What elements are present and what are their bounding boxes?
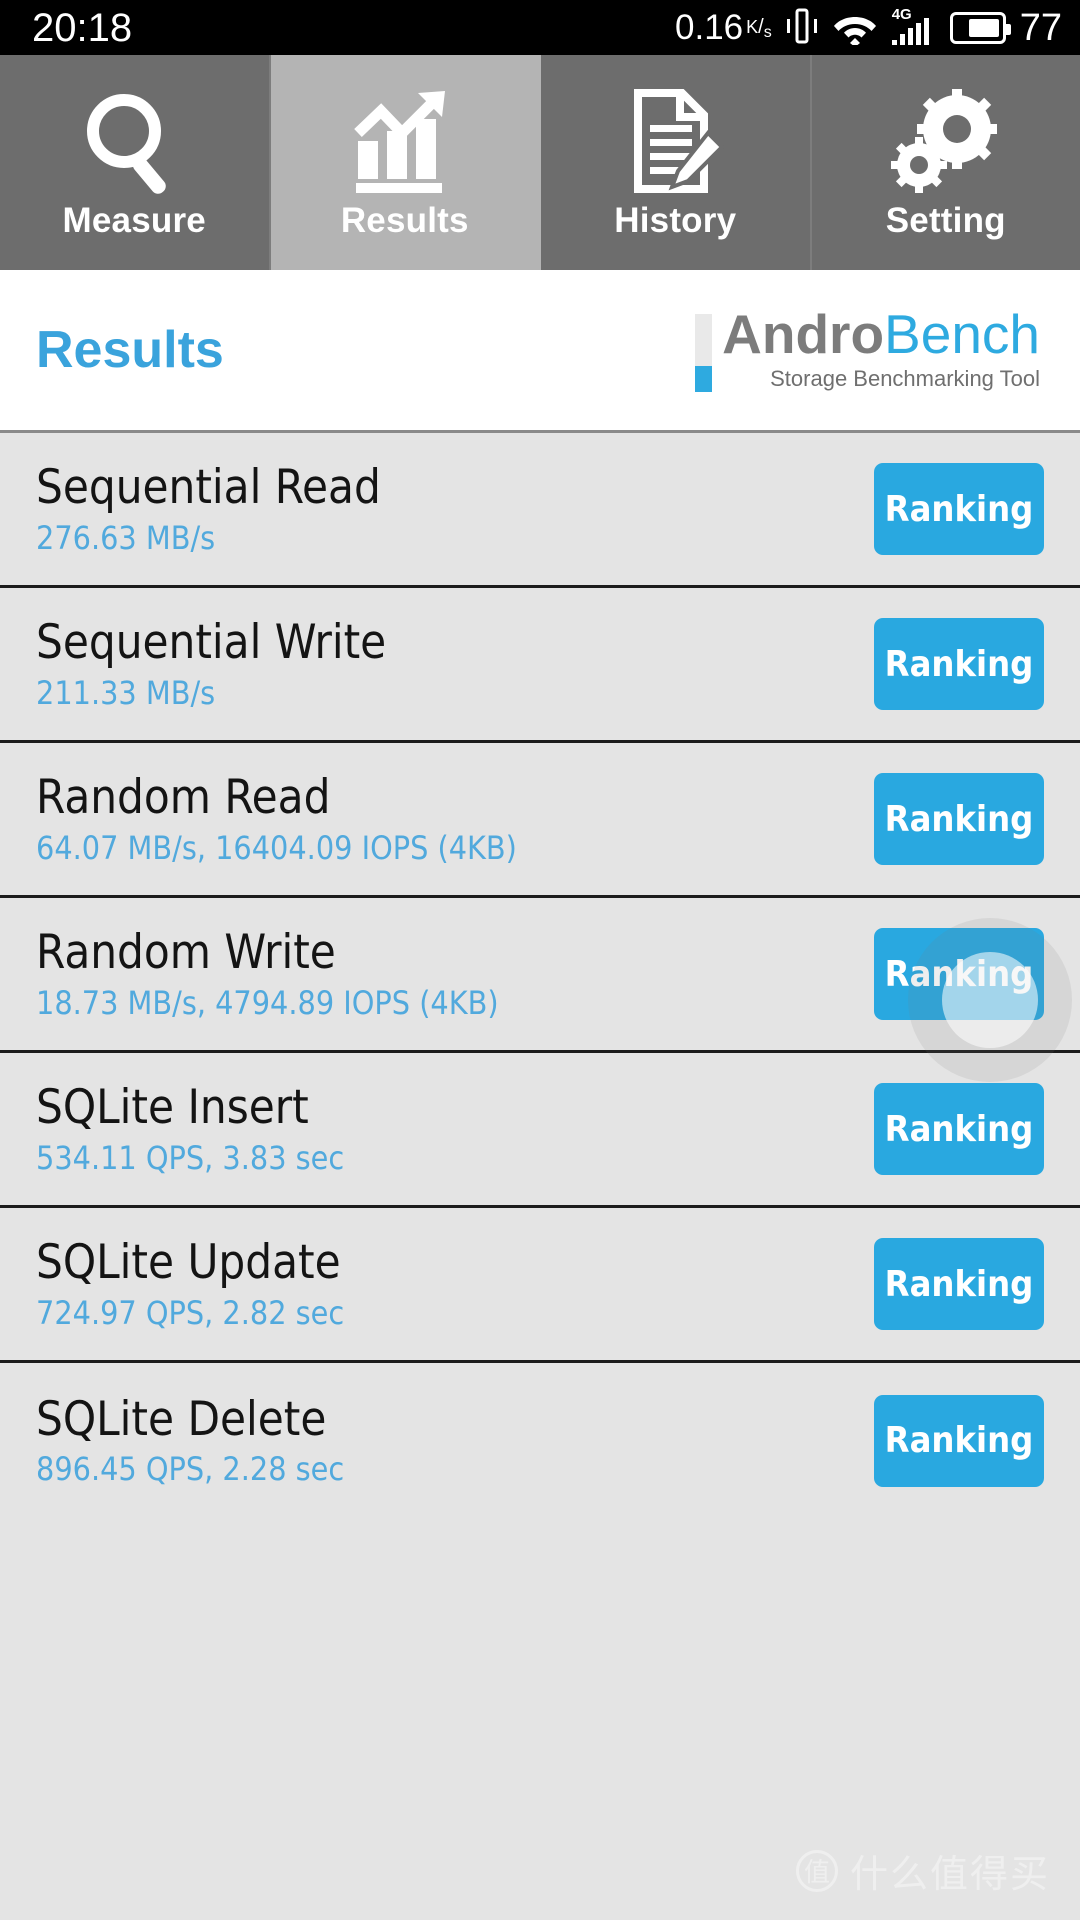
table-row[interactable]: SQLite Update 724.97 QPS, 2.82 sec Ranki…: [0, 1208, 1080, 1363]
signal-bars-icon: 4G: [891, 7, 936, 47]
network-speed-value: 0.16: [675, 8, 744, 47]
benchmark-value: 64.07 MB/s, 16404.09 IOPS (4KB): [36, 828, 517, 867]
logo-word-bench: Bench: [884, 302, 1040, 365]
tab-setting[interactable]: Setting: [811, 55, 1080, 270]
benchmark-name: Sequential Read: [36, 460, 381, 516]
tab-label-results: Results: [340, 201, 469, 240]
vibrate-icon: [786, 7, 818, 49]
ranking-button[interactable]: Ranking: [874, 1394, 1044, 1487]
gears-icon: [890, 87, 1001, 199]
status-icons: 0.16 K/s 4G 77: [675, 7, 1062, 49]
benchmark-value: 18.73 MB/s, 4794.89 IOPS (4KB): [36, 983, 499, 1022]
magnifier-icon: [79, 87, 189, 199]
network-speed-unit-k: K: [746, 17, 759, 37]
network-speed-unit: K/s: [746, 16, 772, 41]
androbench-logo: AndroBench Storage Benchmarking Tool: [695, 306, 1044, 392]
watermark: 值 什么值得买: [795, 1843, 1050, 1898]
row-text-group: SQLite Insert 534.11 QPS, 3.83 sec: [36, 1080, 345, 1177]
network-speed-indicator: 0.16 K/s: [675, 10, 772, 45]
table-row[interactable]: Sequential Write 211.33 MB/s Ranking: [0, 588, 1080, 743]
ranking-button[interactable]: Ranking: [874, 618, 1044, 710]
tab-measure[interactable]: Measure: [0, 55, 271, 270]
benchmark-name: SQLite Delete: [36, 1391, 327, 1447]
network-speed-unit-slash: /: [758, 16, 764, 38]
table-row[interactable]: SQLite Insert 534.11 QPS, 3.83 sec Ranki…: [0, 1053, 1080, 1208]
benchmark-value: 896.45 QPS, 2.28 sec: [36, 1450, 345, 1489]
results-list: Sequential Read 276.63 MB/s Ranking Sequ…: [0, 430, 1080, 1518]
benchmark-name: SQLite Insert: [36, 1080, 309, 1136]
table-row[interactable]: Random Write 18.73 MB/s, 4794.89 IOPS (4…: [0, 898, 1080, 1053]
benchmark-name: SQLite Update: [36, 1235, 341, 1291]
logo-text: AndroBench Storage Benchmarking Tool: [722, 306, 1040, 392]
tab-label-measure: Measure: [62, 201, 206, 240]
battery-percent-label: 77: [1019, 6, 1062, 49]
ranking-button[interactable]: Ranking: [874, 463, 1044, 555]
logo-wordmark: AndroBench: [722, 306, 1040, 361]
bar-chart-trend-icon: [350, 87, 460, 199]
tab-label-history: History: [614, 201, 737, 240]
benchmark-name: Sequential Write: [36, 615, 387, 671]
benchmark-value: 724.97 QPS, 2.82 sec: [36, 1293, 345, 1332]
row-text-group: SQLite Delete 896.45 QPS, 2.28 sec: [36, 1391, 345, 1489]
battery-fill: [968, 18, 999, 37]
status-clock: 20:18: [32, 5, 133, 50]
table-row[interactable]: Random Read 64.07 MB/s, 16404.09 IOPS (4…: [0, 743, 1080, 898]
ranking-button[interactable]: Ranking: [874, 928, 1044, 1020]
status-bar: 20:18 0.16 K/s 4G 77: [0, 0, 1080, 55]
logo-tagline: Storage Benchmarking Tool: [770, 366, 1040, 392]
androbench-results-screen: 20:18 0.16 K/s 4G 77 Measure Results His…: [0, 0, 1080, 1920]
watermark-badge-icon: 值: [795, 1849, 838, 1892]
page-header: Results AndroBench Storage Benchmarking …: [0, 270, 1080, 430]
row-text-group: Random Write 18.73 MB/s, 4794.89 IOPS (4…: [36, 925, 499, 1022]
benchmark-value: 276.63 MB/s: [36, 518, 216, 557]
logo-word-andro: Andro: [722, 302, 885, 365]
signal-bar-group: [891, 17, 929, 45]
ranking-button[interactable]: Ranking: [874, 1238, 1044, 1330]
battery-icon: [949, 11, 1011, 44]
row-text-group: Sequential Write 211.33 MB/s: [36, 615, 387, 712]
row-text-group: Sequential Read 276.63 MB/s: [36, 460, 381, 557]
main-tab-bar: Measure Results History Setting: [0, 55, 1080, 270]
tab-label-setting: Setting: [885, 201, 1006, 240]
logo-bars-icon: [695, 313, 713, 392]
page-title: Results: [36, 321, 224, 379]
watermark-text: 什么值得买: [849, 1852, 1050, 1896]
ranking-button[interactable]: Ranking: [874, 773, 1044, 865]
table-row[interactable]: Sequential Read 276.63 MB/s Ranking: [0, 433, 1080, 588]
tab-results[interactable]: Results: [270, 55, 541, 270]
row-text-group: Random Read 64.07 MB/s, 16404.09 IOPS (4…: [36, 770, 517, 867]
network-speed-unit-s: s: [763, 24, 772, 41]
benchmark-name: Random Write: [36, 925, 336, 981]
tab-history[interactable]: History: [541, 55, 812, 270]
table-row[interactable]: SQLite Delete 896.45 QPS, 2.28 sec Ranki…: [0, 1363, 1080, 1518]
document-pencil-icon: [620, 87, 730, 199]
benchmark-name: Random Read: [36, 770, 331, 826]
benchmark-value: 534.11 QPS, 3.83 sec: [36, 1138, 345, 1177]
benchmark-value: 211.33 MB/s: [36, 673, 216, 712]
wifi-icon: [832, 7, 878, 49]
ranking-button[interactable]: Ranking: [874, 1083, 1044, 1175]
row-text-group: SQLite Update 724.97 QPS, 2.82 sec: [36, 1235, 345, 1332]
